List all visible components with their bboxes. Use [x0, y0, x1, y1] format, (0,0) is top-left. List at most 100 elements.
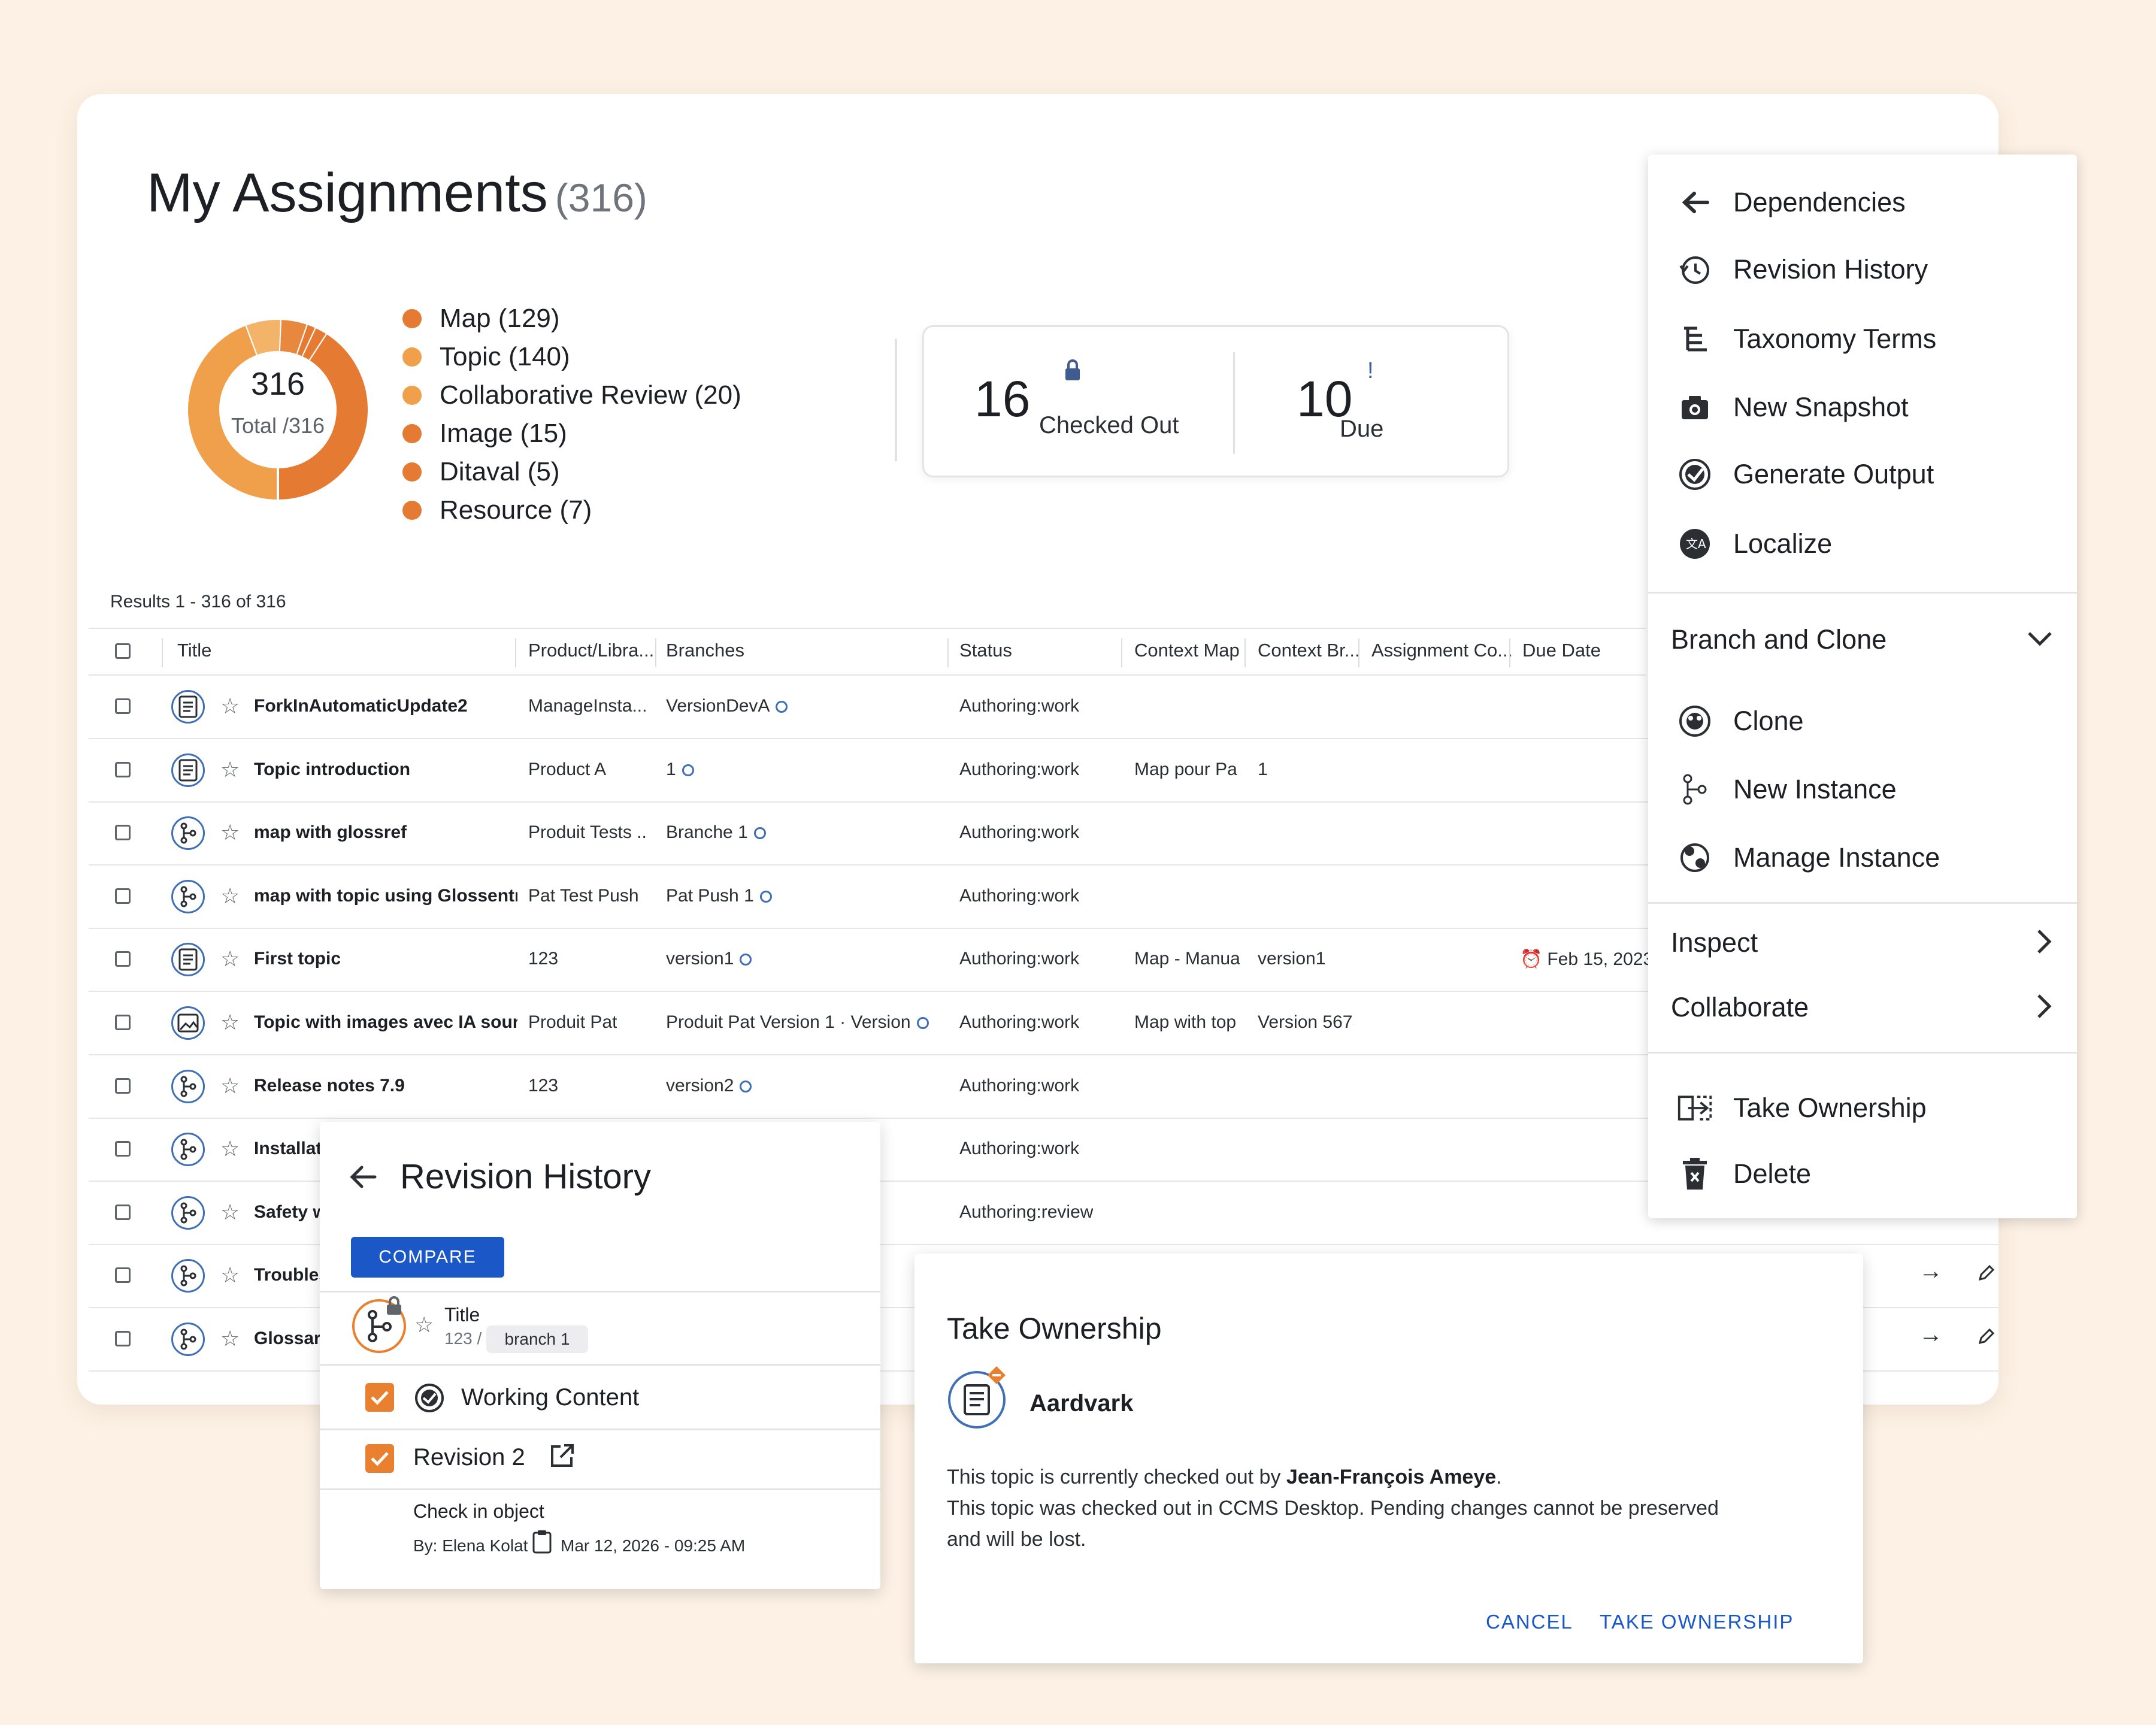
- row-branch: VersionDevA: [666, 696, 788, 716]
- row-title[interactable]: Topic introduction: [254, 759, 517, 780]
- object-path: 123 /: [444, 1329, 482, 1348]
- menu-item-taxonomy-terms[interactable]: Taxonomy Terms: [1648, 311, 2077, 367]
- legend-item[interactable]: Image (15): [402, 414, 741, 453]
- menu-item-localize[interactable]: 文A Localize: [1648, 516, 2077, 571]
- camera-icon: [1677, 389, 1713, 425]
- row-checkbox[interactable]: [115, 1267, 131, 1284]
- row-checkbox[interactable]: [115, 1331, 131, 1346]
- row-branch: Produit Pat Version 1 · Version: [666, 1012, 929, 1033]
- row-checkbox[interactable]: [115, 1015, 131, 1030]
- row-title[interactable]: map with topic using Glossentry: [254, 886, 517, 906]
- column-due-date[interactable]: Due Date: [1522, 640, 1601, 661]
- menu-item-new-instance[interactable]: New Instance: [1648, 762, 2077, 817]
- row-context-branch: version1: [1258, 949, 1326, 969]
- panel-divider: [320, 1488, 880, 1490]
- column-title[interactable]: Title: [177, 640, 211, 661]
- row-status: Authoring:work: [959, 949, 1080, 969]
- menu-item-take-ownership[interactable]: Take Ownership: [1648, 1081, 2077, 1136]
- row-checkbox[interactable]: [115, 951, 131, 967]
- favorite-star-icon[interactable]: ☆: [220, 1010, 240, 1035]
- column-status[interactable]: Status: [959, 640, 1012, 661]
- column-separator: [1244, 638, 1246, 667]
- legend-item[interactable]: Collaborative Review (20): [402, 376, 741, 414]
- menu-section-branch-and-clone[interactable]: Branch and Clone: [1648, 612, 2077, 667]
- select-all-checkbox[interactable]: [115, 643, 131, 659]
- menu-item-clone[interactable]: Clone: [1648, 694, 2077, 749]
- favorite-star-icon[interactable]: ☆: [220, 1263, 240, 1288]
- menu-item-dependencies[interactable]: Dependencies: [1648, 175, 2077, 230]
- favorite-star-icon[interactable]: ☆: [414, 1312, 434, 1337]
- branch-status-icon: [740, 954, 752, 966]
- take-ownership-button[interactable]: TAKE OWNERSHIP: [1600, 1611, 1794, 1633]
- column-context-branch[interactable]: Context Br...: [1258, 640, 1360, 661]
- checked-out-label: Checked Out: [1039, 412, 1179, 438]
- row-checkbox[interactable]: [115, 1141, 131, 1157]
- row-status: Authoring:work: [959, 1012, 1080, 1032]
- dialog-message-line2: This topic was checked out in CCMS Deskt…: [947, 1497, 1719, 1520]
- object-name: Aardvark: [1029, 1390, 1134, 1417]
- open-external-icon[interactable]: [549, 1443, 575, 1472]
- row-title[interactable]: Topic with images avec IA source: [254, 1012, 517, 1033]
- column-separator: [162, 638, 163, 667]
- favorite-star-icon[interactable]: ☆: [220, 694, 240, 719]
- open-arrow-icon[interactable]: →: [1919, 1258, 1943, 1285]
- favorite-star-icon[interactable]: ☆: [220, 1200, 240, 1225]
- menu-item-generate-output[interactable]: Generate Output: [1648, 447, 2077, 502]
- favorite-star-icon[interactable]: ☆: [220, 946, 240, 972]
- working-content-checkbox[interactable]: [365, 1383, 394, 1412]
- legend-item[interactable]: Topic (140): [402, 338, 741, 376]
- row-product: Pat Test Push: [528, 885, 639, 906]
- back-arrow-icon[interactable]: [347, 1161, 378, 1196]
- legend-dot: [402, 386, 422, 405]
- legend-item[interactable]: Resource (7): [402, 491, 741, 529]
- row-checkbox[interactable]: [115, 1204, 131, 1220]
- open-arrow-icon[interactable]: →: [1919, 1321, 1943, 1348]
- row-checkbox[interactable]: [115, 698, 131, 714]
- menu-item-revision-history[interactable]: Revision History: [1648, 242, 2077, 297]
- menu-item-delete[interactable]: Delete: [1648, 1146, 2077, 1202]
- row-title[interactable]: First topic: [254, 949, 517, 969]
- row-title[interactable]: Release notes 7.9: [254, 1076, 517, 1096]
- menu-item-collaborate[interactable]: Collaborate: [1648, 980, 2077, 1035]
- favorite-star-icon[interactable]: ☆: [220, 1073, 240, 1098]
- favorite-star-icon[interactable]: ☆: [220, 883, 240, 909]
- row-checkbox[interactable]: [115, 888, 131, 904]
- favorite-star-icon[interactable]: ☆: [220, 757, 240, 782]
- checked-out-count[interactable]: 16: [974, 370, 1030, 428]
- menu-item-new-snapshot[interactable]: New Snapshot: [1648, 380, 2077, 435]
- edit-pencil-icon[interactable]: [1976, 1263, 1997, 1286]
- menu-item-manage-instance[interactable]: Manage Instance: [1648, 830, 2077, 885]
- legend-dot: [402, 462, 422, 482]
- legend-dot: [402, 347, 422, 367]
- compare-button[interactable]: COMPARE: [351, 1237, 504, 1278]
- legend-item[interactable]: Ditaval (5): [402, 453, 741, 491]
- row-checkbox[interactable]: [115, 761, 131, 777]
- row-title[interactable]: map with glossref: [254, 822, 517, 843]
- favorite-star-icon[interactable]: ☆: [220, 1326, 240, 1351]
- column-separator: [1358, 638, 1359, 667]
- map-type-icon: [171, 1322, 205, 1356]
- column-context-map[interactable]: Context Map: [1134, 640, 1240, 661]
- legend-item[interactable]: Map (129): [402, 299, 741, 338]
- column-assignment-comment[interactable]: Assignment Co...: [1371, 640, 1513, 661]
- checked-out-badge-icon: [986, 1365, 1007, 1388]
- row-title[interactable]: ForkInAutomaticUpdate2: [254, 696, 517, 716]
- row-status: Authoring:work: [959, 885, 1080, 906]
- favorite-star-icon[interactable]: ☆: [220, 1136, 240, 1161]
- map-type-icon: [171, 1133, 205, 1167]
- stats-divider: [1233, 352, 1235, 454]
- cancel-button[interactable]: CANCEL: [1486, 1611, 1573, 1633]
- edit-pencil-icon[interactable]: [1976, 1326, 1997, 1349]
- column-branches[interactable]: Branches: [666, 640, 744, 661]
- menu-item-inspect[interactable]: Inspect: [1648, 915, 2077, 970]
- topic-type-icon: [171, 690, 205, 724]
- favorite-star-icon[interactable]: ☆: [220, 820, 240, 845]
- revision-checkbox[interactable]: [365, 1444, 394, 1473]
- row-checkbox[interactable]: [115, 1078, 131, 1094]
- row-status: Authoring:work: [959, 822, 1080, 843]
- row-checkbox[interactable]: [115, 825, 131, 841]
- legend-dot: [402, 309, 422, 328]
- generate-output-icon: [1677, 456, 1713, 492]
- column-product[interactable]: Product/Libra...: [528, 640, 654, 661]
- row-branch: Pat Push 1: [666, 886, 772, 906]
